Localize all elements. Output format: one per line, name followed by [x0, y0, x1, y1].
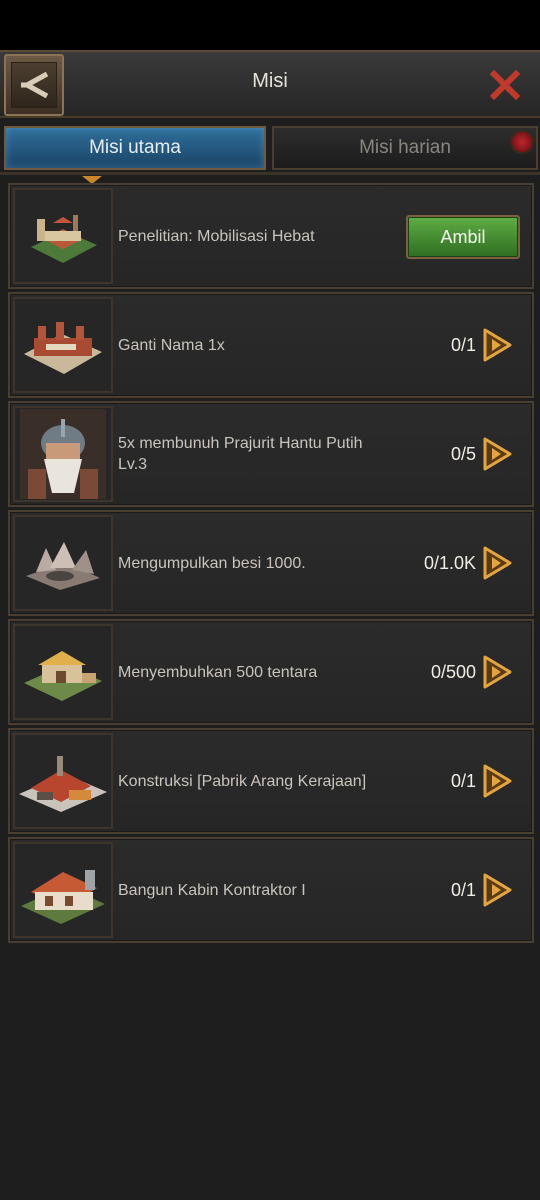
castle-research-icon [13, 188, 113, 284]
play-arrow-icon [483, 764, 512, 798]
mission-progress: 0/500 [430, 661, 476, 682]
go-button[interactable] [482, 546, 512, 580]
tab-misi-utama[interactable]: Misi utama [4, 126, 266, 184]
list-item: 5x membunuh Prajurit Hantu Putih Lv.3 0/… [8, 401, 534, 507]
go-button[interactable] [482, 655, 512, 689]
list-item: Konstruksi [Pabrik Arang Kerajaan] 0/1 [8, 728, 534, 834]
hospital-building-icon [13, 624, 113, 720]
mission-label: Bangun Kabin Kontraktor I [118, 881, 306, 899]
list-item: Mengumpulkan besi 1000. 0/1.0K [8, 510, 534, 616]
city-icon [13, 297, 113, 393]
play-arrow-icon [483, 655, 512, 689]
play-arrow-icon [483, 437, 512, 471]
tab-label: Misi harian [359, 137, 451, 158]
list-item: Menyembuhkan 500 tentara 0/500 [8, 619, 534, 725]
mission-label: Menyembuhkan 500 tentara [118, 663, 318, 681]
list-item: Penelitian: Mobilisasi Hebat Ambil [8, 183, 534, 289]
tab-misi-harian[interactable]: Misi harian [272, 126, 538, 170]
divider [0, 172, 540, 175]
go-button[interactable] [482, 873, 512, 907]
tab-label: Misi utama [89, 137, 181, 158]
mission-label: 5x membunuh Prajurit Hantu Putih Lv.3 [118, 435, 363, 473]
status-bar [0, 0, 540, 50]
play-arrow-icon [483, 328, 512, 362]
warrior-portrait-icon [13, 406, 113, 502]
mission-label: Konstruksi [Pabrik Arang Kerajaan] [118, 772, 367, 790]
mission-progress: 0/5 [450, 443, 476, 464]
contractor-cabin-icon [13, 842, 113, 938]
iron-ore-icon [13, 515, 113, 611]
mission-progress: 0/1 [450, 334, 476, 355]
page-title: Misi [252, 70, 288, 92]
play-arrow-icon [483, 546, 512, 580]
charcoal-factory-icon [13, 733, 113, 829]
mission-label: Penelitian: Mobilisasi Hebat [118, 227, 315, 245]
mission-label: Ganti Nama 1x [118, 336, 225, 354]
mission-progress: 0/1.0K [423, 552, 476, 573]
play-arrow-icon [483, 873, 512, 907]
mission-list: Penelitian: Mobilisasi Hebat Ambil Ganti… [8, 183, 534, 946]
list-item: Ganti Nama 1x 0/1 [8, 292, 534, 398]
close-icon [489, 69, 521, 101]
tab-bar: Misi utama Misi harian [0, 122, 540, 184]
list-item: Bangun Kabin Kontraktor I 0/1 [8, 837, 534, 943]
close-button[interactable] [488, 68, 522, 102]
go-button[interactable] [482, 437, 512, 471]
go-button[interactable] [482, 764, 512, 798]
mission-label: Mengumpulkan besi 1000. [118, 554, 306, 572]
header-bar: Misi [0, 50, 540, 118]
go-button[interactable] [482, 328, 512, 362]
mission-progress: 0/1 [450, 879, 476, 900]
mission-progress: 0/1 [450, 770, 476, 791]
claim-button[interactable]: Ambil [406, 215, 520, 259]
notification-badge-icon [510, 130, 534, 154]
